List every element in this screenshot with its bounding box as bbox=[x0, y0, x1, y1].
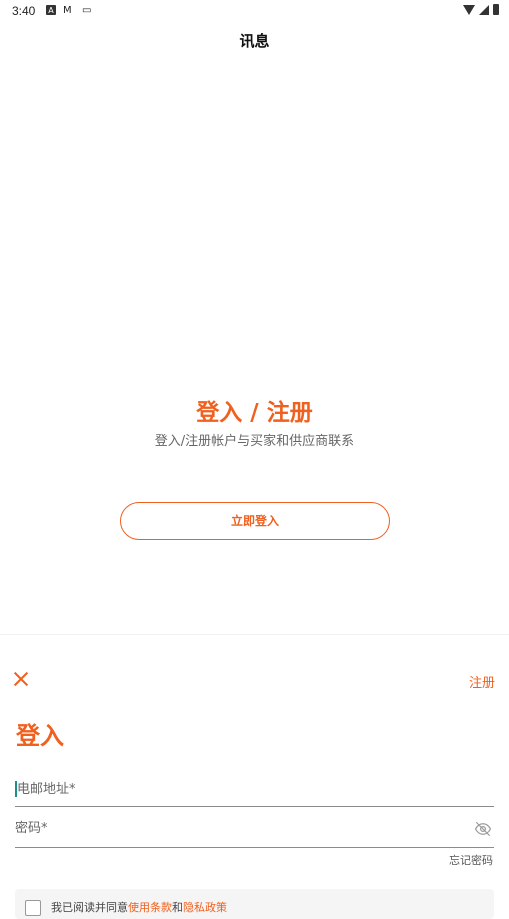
eye-off-icon[interactable] bbox=[474, 820, 492, 838]
terms-checkbox[interactable] bbox=[25, 900, 41, 916]
password-input[interactable] bbox=[15, 813, 455, 843]
privacy-policy-link[interactable]: 隐私政策 bbox=[183, 901, 227, 914]
login-now-button[interactable]: 立即登入 bbox=[120, 502, 390, 540]
terms-and: 和 bbox=[172, 901, 183, 914]
app-notification-icon: ▭ bbox=[82, 5, 92, 16]
close-icon[interactable] bbox=[12, 670, 30, 688]
register-link[interactable]: 注册 bbox=[469, 672, 495, 691]
battery-icon bbox=[493, 4, 499, 15]
wifi-icon bbox=[463, 4, 475, 15]
signal-icon bbox=[479, 4, 489, 15]
login-title: 登入 bbox=[16, 722, 64, 750]
forgot-password-link[interactable]: 忘记密码 bbox=[449, 852, 493, 868]
terms-text: 我已阅读并同意使用条款和隐私政策 bbox=[51, 899, 227, 915]
terms-of-use-link[interactable]: 使用条款 bbox=[128, 901, 172, 914]
email-input[interactable] bbox=[17, 774, 457, 804]
page-title: 讯息 bbox=[239, 32, 270, 50]
terms-prefix: 我已阅读并同意 bbox=[51, 901, 128, 914]
text-cursor bbox=[15, 781, 17, 797]
gmail-icon: M bbox=[63, 5, 72, 16]
login-register-subtitle: 登入/注册帐户与买家和供应商联系 bbox=[154, 434, 355, 449]
status-bar: 3:40 A M ▭ bbox=[0, 0, 509, 22]
email-field[interactable] bbox=[15, 770, 494, 807]
status-time: 3:40 bbox=[12, 4, 36, 18]
notification-a-icon: A bbox=[46, 5, 56, 15]
password-field[interactable] bbox=[15, 812, 494, 848]
login-register-heading: 登入 / 注册 bbox=[196, 400, 313, 426]
terms-agreement: 我已阅读并同意使用条款和隐私政策 bbox=[15, 889, 494, 919]
